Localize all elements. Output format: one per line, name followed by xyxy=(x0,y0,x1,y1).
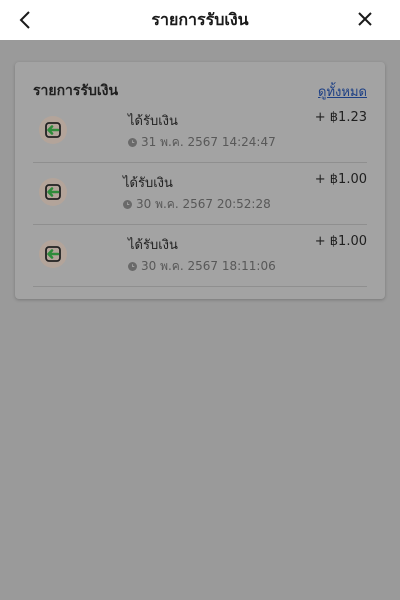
transaction-title: ได้รับเงิน xyxy=(128,238,178,253)
card-title: รายการรับเงิน xyxy=(33,83,119,99)
close-icon xyxy=(358,12,372,26)
transaction-time: 31 พ.ค. 2567 14:24:47 xyxy=(128,133,276,152)
close-button[interactable] xyxy=(354,8,376,30)
clock-icon xyxy=(123,200,132,209)
back-icon xyxy=(19,11,30,29)
receive-money-icon xyxy=(39,116,67,144)
transaction-amount: + ฿1.00 xyxy=(314,172,367,187)
transaction-amount: + ฿1.00 xyxy=(314,234,367,249)
receive-money-icon xyxy=(39,240,67,268)
transaction-time: 30 พ.ค. 2567 20:52:28 xyxy=(123,195,271,214)
receive-money-icon xyxy=(39,178,67,206)
transaction-time-text: 30 พ.ค. 2567 18:11:06 xyxy=(141,259,276,273)
transaction-title: ได้รับเงิน xyxy=(123,176,173,191)
transaction-time: 30 พ.ค. 2567 18:11:06 xyxy=(128,257,276,276)
transaction-time-text: 31 พ.ค. 2567 14:24:47 xyxy=(141,135,276,149)
transaction-amount: + ฿1.23 xyxy=(314,110,367,125)
receive-list-card: รายการรับเงิน ดูทั้งหมด ได้รับเงิน + ฿1.… xyxy=(15,62,385,299)
page-title: รายการรับเงิน xyxy=(151,9,249,29)
transaction-row[interactable]: ได้รับเงิน + ฿1.00 30 พ.ค. 2567 20:52:28 xyxy=(33,162,367,225)
clock-icon xyxy=(128,138,137,147)
header-bar: รายการรับเงิน xyxy=(0,0,400,40)
view-all-link[interactable]: ดูทั้งหมด xyxy=(318,81,367,102)
clock-icon xyxy=(128,262,137,271)
back-button[interactable] xyxy=(14,9,36,31)
transaction-title: ได้รับเงิน xyxy=(128,114,178,129)
transaction-row[interactable]: ได้รับเงิน + ฿1.23 31 พ.ค. 2567 14:24:47 xyxy=(33,100,367,163)
transaction-row[interactable]: ได้รับเงิน + ฿1.00 30 พ.ค. 2567 18:11:06 xyxy=(33,224,367,287)
transaction-time-text: 30 พ.ค. 2567 20:52:28 xyxy=(136,197,271,211)
